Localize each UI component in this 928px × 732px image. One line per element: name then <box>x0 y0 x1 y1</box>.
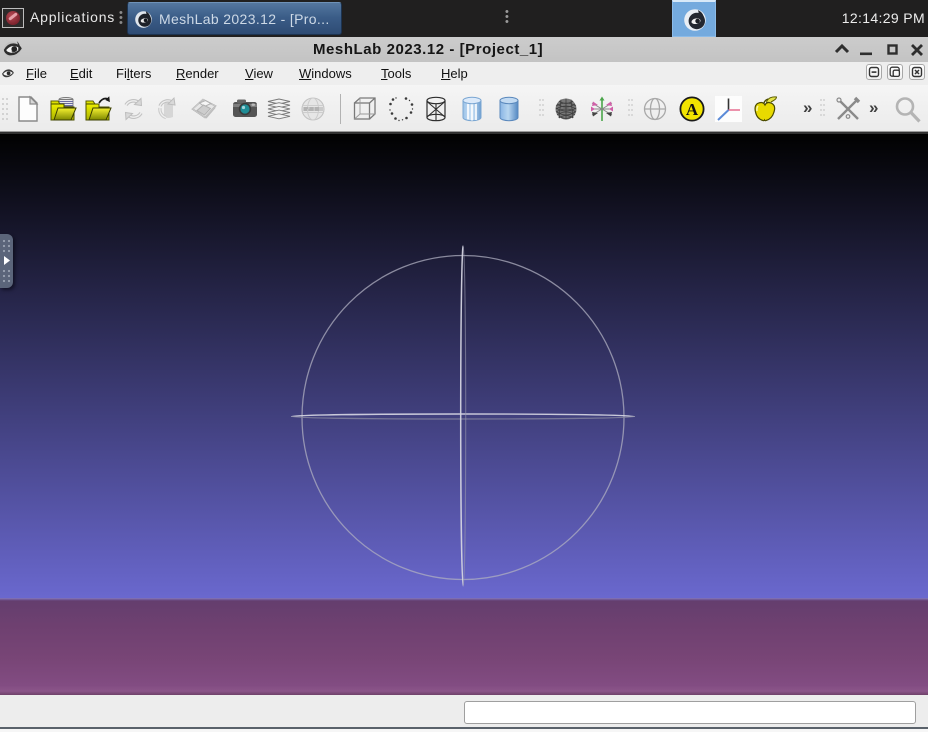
svg-text:»: » <box>869 98 878 117</box>
svg-text:»: » <box>803 98 812 117</box>
svg-text:A: A <box>686 100 699 119</box>
